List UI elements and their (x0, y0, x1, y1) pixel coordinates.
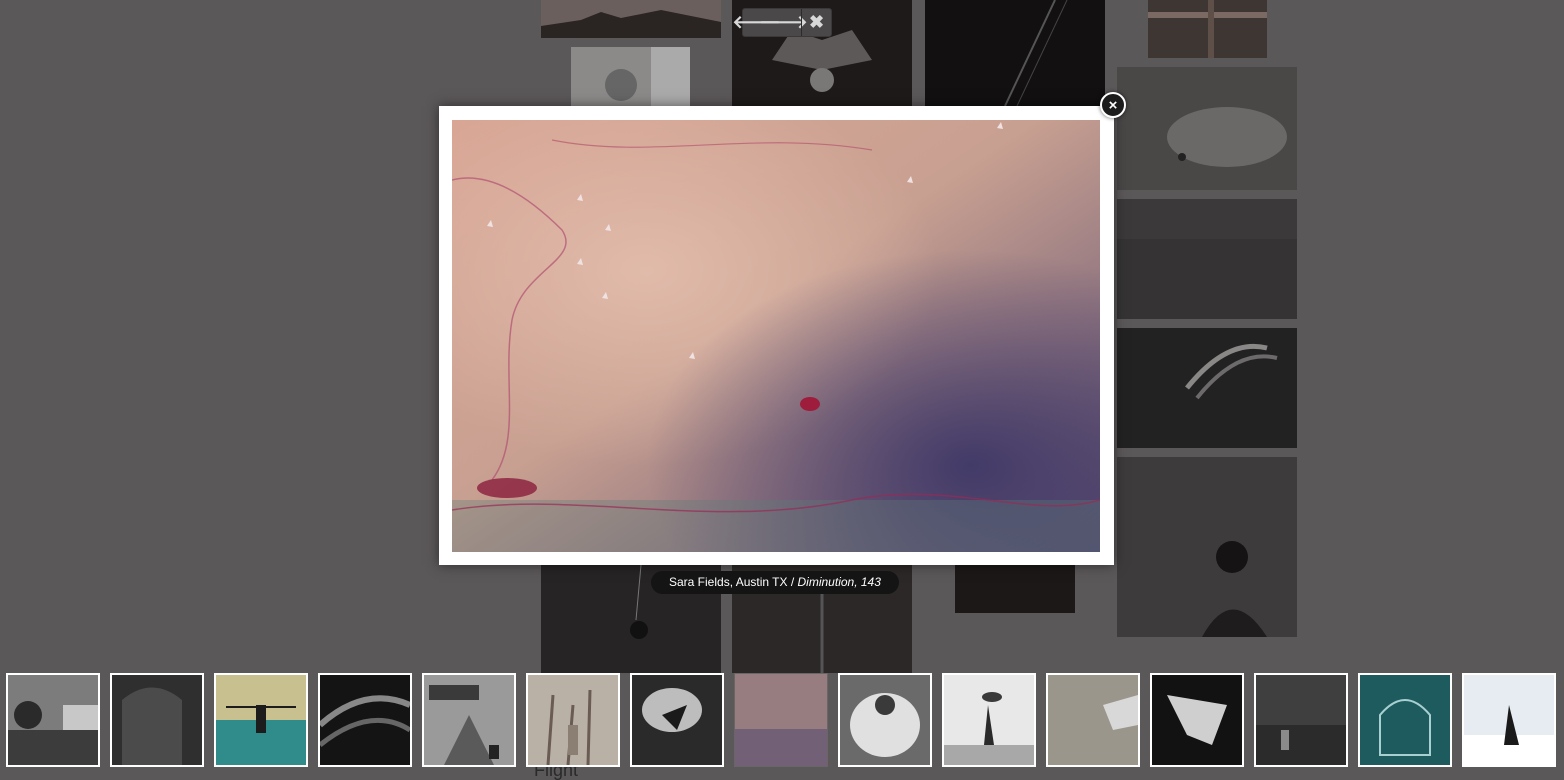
thumbnail-14[interactable] (1358, 673, 1452, 767)
thumbnail-3[interactable] (214, 673, 308, 767)
lightbox-frame (439, 106, 1114, 565)
thumbnail-5[interactable] (422, 673, 516, 767)
gallery-photo-plane-smoke[interactable] (1117, 67, 1297, 190)
next-arrow-icon[interactable]: 🡒 (759, 9, 807, 36)
caption-artist: Sara Fields, Austin TX (669, 575, 788, 589)
thumbnail-8-current[interactable] (734, 673, 828, 767)
thumbnail-6[interactable] (526, 673, 620, 767)
close-x-icon[interactable]: ✖ (802, 9, 831, 36)
thumbnail-15[interactable] (1462, 673, 1556, 767)
gallery-photo-smoke-trails[interactable] (1117, 328, 1297, 448)
thumbnail-1[interactable] (6, 673, 100, 767)
gallery-photo-portrait[interactable] (571, 47, 690, 107)
gallery-photo-grey-sea[interactable] (1117, 199, 1297, 319)
lightbox-close-icon[interactable]: × (1100, 92, 1126, 118)
thumbnail-13[interactable] (1254, 673, 1348, 767)
gallery-photo-dark-lines[interactable] (925, 0, 1105, 106)
image-caption: Sara Fields, Austin TX / Diminution, 143 (651, 571, 899, 594)
lightbox-image (452, 120, 1100, 552)
thumbnail-10[interactable] (942, 673, 1036, 767)
thumbnail-4[interactable] (318, 673, 412, 767)
caption-separator: / (787, 575, 798, 589)
caption-title: Diminution, 143 (797, 575, 881, 589)
gallery-photo-girl-bows[interactable] (1117, 457, 1297, 637)
gallery-photo-pier[interactable] (1148, 0, 1267, 58)
gallery-photo-dark-square[interactable] (955, 565, 1075, 613)
thumbnail-11[interactable] (1046, 673, 1140, 767)
thumbnail-2[interactable] (110, 673, 204, 767)
gallery-photo-desert-hills[interactable] (541, 0, 721, 38)
thumbnail-9[interactable] (838, 673, 932, 767)
thumbnail-7[interactable] (630, 673, 724, 767)
thumbnail-12[interactable] (1150, 673, 1244, 767)
slideshow-toolbar: 🡐 🡒 ✖ (732, 8, 832, 37)
